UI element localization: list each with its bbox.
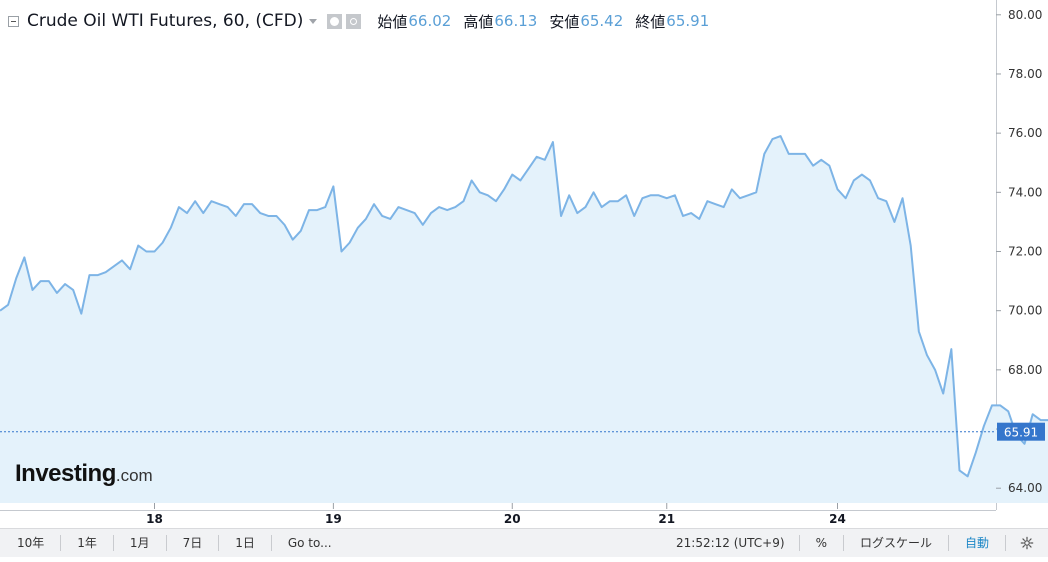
percent-toggle[interactable]: % bbox=[800, 535, 843, 551]
clock-text[interactable]: 21:52:12 (UTC+9) bbox=[662, 536, 799, 550]
investing-logo: Investing .com bbox=[15, 460, 153, 488]
close-value: 65.91 bbox=[666, 12, 710, 30]
last-price-label: 65.91 bbox=[1004, 426, 1038, 440]
range-10y-button[interactable]: 10年 bbox=[0, 535, 62, 551]
x-tick-label: 21 bbox=[658, 512, 675, 526]
range-7d-button[interactable]: 7日 bbox=[167, 535, 220, 551]
y-tick-label: 80.00 bbox=[1008, 8, 1042, 22]
x-tick-label: 24 bbox=[829, 512, 846, 526]
y-tick-label: 70.00 bbox=[1008, 304, 1042, 318]
price-chart[interactable]: 64.0066.0068.0070.0072.0074.0076.0078.00… bbox=[0, 0, 1048, 528]
high-label: 高値 bbox=[463, 12, 494, 31]
y-tick-label: 72.00 bbox=[1008, 245, 1042, 259]
collapse-icon[interactable] bbox=[8, 15, 19, 27]
low-label: 安値 bbox=[549, 12, 580, 31]
area-series bbox=[0, 135, 1048, 503]
y-tick-label: 78.00 bbox=[1008, 67, 1042, 81]
logo-brand: Investing bbox=[15, 460, 116, 487]
high-value: 66.13 bbox=[494, 12, 538, 30]
x-tick-label: 18 bbox=[146, 512, 163, 526]
chart-legend: Crude Oil WTI Futures, 60, (CFD) 始値 66.0… bbox=[8, 8, 709, 34]
goto-button[interactable]: Go to... bbox=[272, 535, 348, 551]
y-tick-label: 64.00 bbox=[1008, 481, 1042, 495]
gear-icon[interactable] bbox=[1006, 529, 1048, 557]
open-value: 66.02 bbox=[408, 12, 452, 30]
log-scale-toggle[interactable]: ログスケール bbox=[844, 535, 948, 551]
settings-icon[interactable] bbox=[346, 13, 362, 29]
range-1m-button[interactable]: 1月 bbox=[114, 535, 167, 551]
time-axis: 18 19 20 21 24 bbox=[146, 503, 846, 526]
chart-area[interactable]: 64.0066.0068.0070.0072.0074.0076.0078.00… bbox=[0, 0, 1048, 526]
x-tick-label: 20 bbox=[504, 512, 521, 526]
x-tick-label: 19 bbox=[325, 512, 342, 526]
y-tick-label: 76.00 bbox=[1008, 126, 1042, 140]
logo-tld: .com bbox=[115, 466, 153, 485]
y-tick-label: 74.00 bbox=[1008, 185, 1042, 199]
y-tick-label: 68.00 bbox=[1008, 363, 1042, 377]
close-label: 終値 bbox=[635, 12, 666, 31]
open-label: 始値 bbox=[377, 12, 408, 31]
low-value: 65.42 bbox=[580, 12, 624, 30]
range-1d-button[interactable]: 1日 bbox=[219, 535, 272, 551]
bottom-toolbar: 10年 1年 1月 7日 1日 Go to... 21:52:12 (UTC+9… bbox=[0, 528, 1048, 557]
area-fill bbox=[0, 136, 1048, 503]
eye-icon[interactable] bbox=[327, 13, 343, 29]
range-1y-button[interactable]: 1年 bbox=[61, 535, 114, 551]
symbol-title[interactable]: Crude Oil WTI Futures, 60, (CFD) bbox=[27, 11, 303, 31]
chevron-down-icon[interactable] bbox=[309, 18, 318, 24]
auto-scale-toggle[interactable]: 自動 bbox=[949, 535, 1005, 551]
